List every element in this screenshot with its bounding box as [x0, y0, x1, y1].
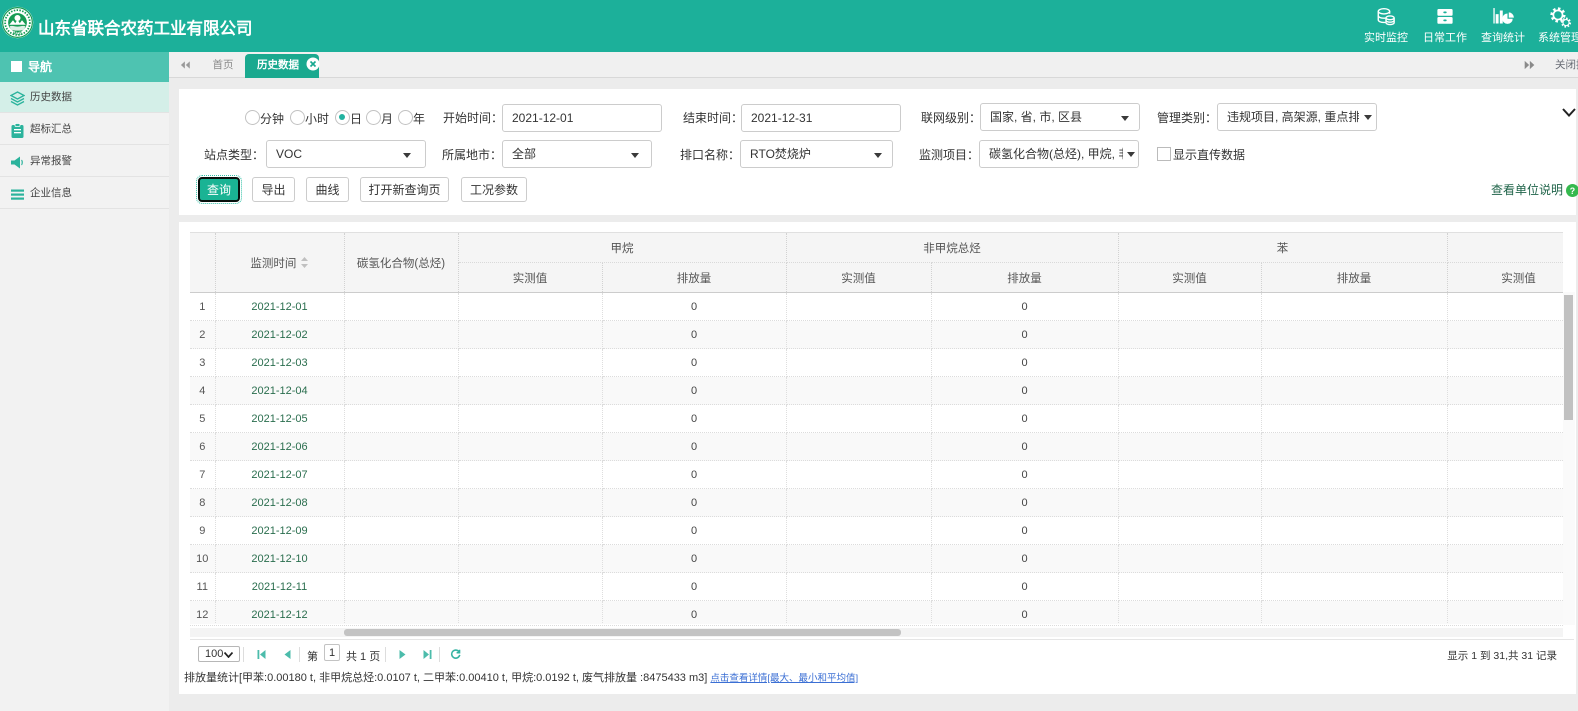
svg-text:?: ? [1570, 185, 1575, 195]
svg-text:MEE: MEE [13, 31, 22, 36]
